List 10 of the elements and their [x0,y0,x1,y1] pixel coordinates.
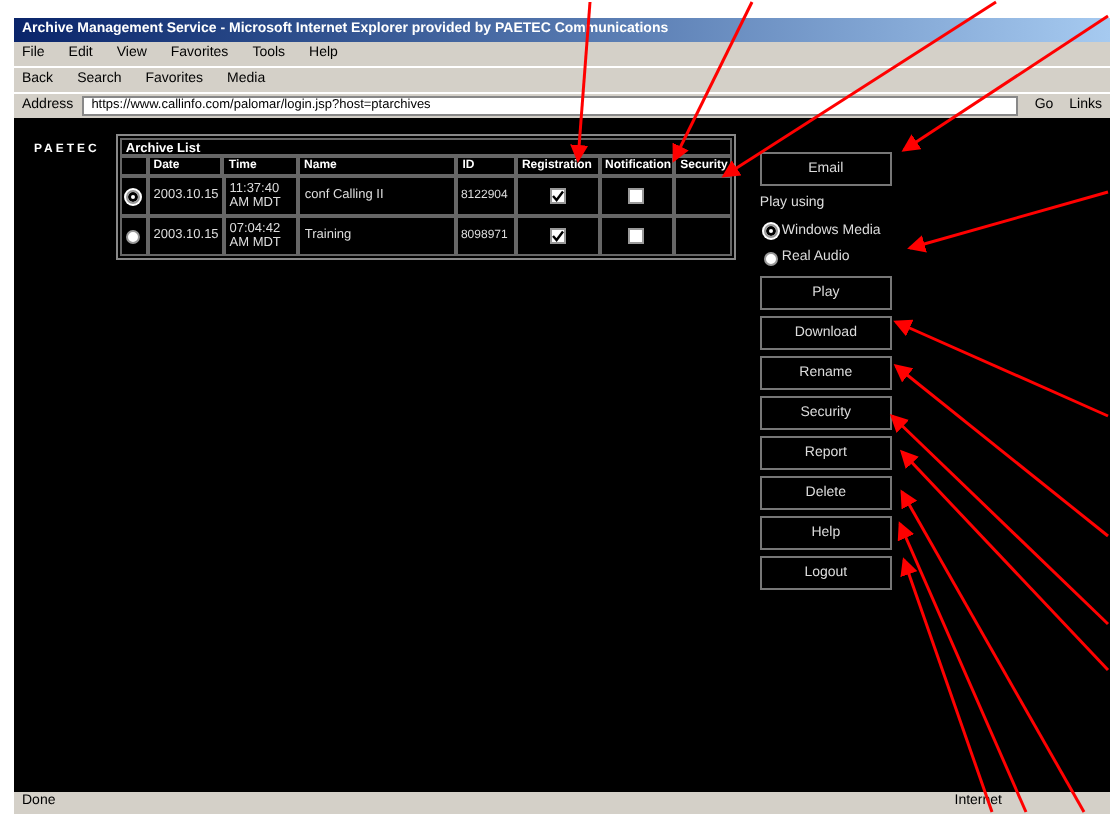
radio-button[interactable] [763,224,778,239]
checkbox[interactable] [549,188,566,204]
checkbox[interactable] [549,228,566,244]
check-icon [551,190,564,202]
checkbox[interactable] [628,228,645,244]
checkbox[interactable] [628,188,645,204]
check-icon [551,230,564,242]
radio-button[interactable] [126,229,141,243]
radio-button[interactable] [126,189,141,203]
radio-button[interactable] [763,251,778,266]
